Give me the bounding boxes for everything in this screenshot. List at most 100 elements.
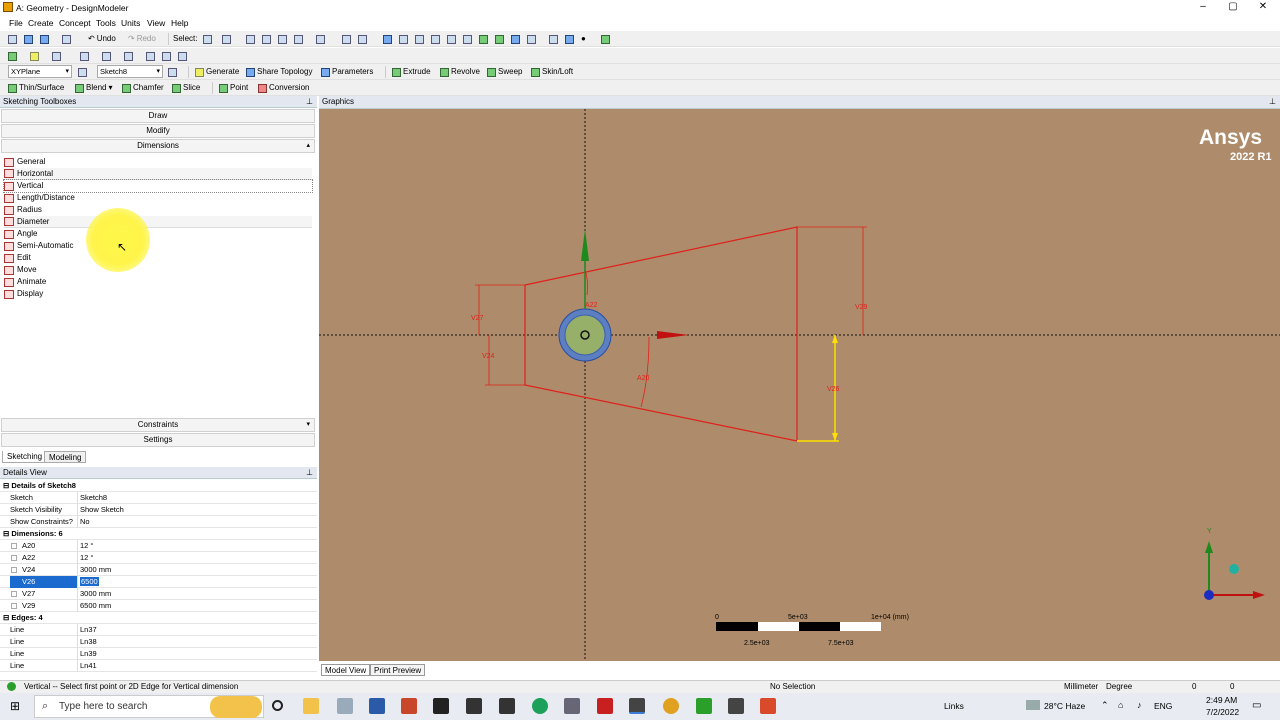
minimize-button[interactable]: – — [1188, 1, 1218, 15]
dimension-value[interactable]: 3000 mm — [80, 564, 316, 576]
triad-icon[interactable]: Y — [1204, 528, 1265, 600]
dimension-row-selected[interactable]: V26 6500 — [0, 576, 317, 588]
display-plane-icon[interactable] — [8, 50, 17, 62]
task-view-icon[interactable] — [272, 700, 283, 711]
edge-row[interactable]: Line Ln39 — [0, 648, 317, 660]
set-view-icon[interactable] — [527, 33, 536, 45]
tab-print-preview[interactable]: Print Preview — [370, 664, 426, 676]
triad-iso-ball[interactable] — [1229, 564, 1239, 574]
v24-label[interactable]: V24 — [482, 353, 495, 360]
clock-time[interactable]: 2:49 AM — [1206, 695, 1237, 705]
a20-label[interactable]: A20 — [637, 375, 650, 382]
extrude-button[interactable]: Extrude — [392, 66, 431, 78]
screenshot-icon[interactable] — [62, 33, 71, 45]
edge-row[interactable]: Line Ln38 — [0, 636, 317, 648]
pin-icon[interactable]: ⊥ — [306, 96, 313, 107]
ruler-icon[interactable] — [52, 50, 61, 62]
tool-vertical[interactable]: Vertical — [3, 179, 313, 193]
tool-diameter[interactable]: Diameter — [4, 216, 312, 228]
v26-label[interactable]: V26 — [827, 386, 840, 393]
edge-joins-icon[interactable] — [124, 50, 133, 62]
dimension-row[interactable]: V29 6500 mm — [0, 600, 317, 612]
pan-icon[interactable] — [399, 33, 408, 45]
details-row[interactable]: Sketch Sketch8 — [0, 492, 317, 504]
select-body-icon[interactable] — [294, 33, 303, 45]
menu-file[interactable]: File — [9, 18, 23, 28]
settings-toolbox[interactable]: Settings — [1, 433, 315, 447]
snap-icon[interactable] — [178, 50, 187, 62]
menu-create[interactable]: Create — [28, 18, 54, 28]
parameters-button[interactable]: Parameters — [321, 66, 373, 78]
app-icon-9[interactable] — [564, 698, 580, 714]
new-plane-icon[interactable] — [78, 66, 87, 78]
dimension-row[interactable]: V24 3000 mm — [0, 564, 317, 576]
dimension-value[interactable]: 12 ° — [80, 552, 316, 564]
save-as-icon[interactable] — [40, 33, 49, 45]
menu-view[interactable]: View — [147, 18, 165, 28]
word-icon[interactable] — [369, 698, 385, 714]
file-explorer-icon[interactable] — [303, 698, 319, 714]
blend-button[interactable]: Blend ▾ — [75, 82, 112, 94]
extend-selection-icon[interactable] — [316, 33, 325, 45]
point-button[interactable]: Point — [219, 82, 248, 94]
tab-modeling[interactable]: Modeling — [44, 451, 87, 463]
a20-arc[interactable] — [640, 336, 650, 408]
menu-units[interactable]: Units — [121, 18, 140, 28]
revolve-button[interactable]: Revolve — [440, 66, 480, 78]
magnifier-icon[interactable] — [463, 33, 472, 45]
chat-app-icon[interactable] — [532, 698, 548, 714]
triad-icon[interactable] — [549, 33, 558, 45]
menu-concept[interactable]: Concept — [59, 18, 91, 28]
tab-sketching[interactable]: Sketching — [2, 451, 48, 463]
normal-to-icon[interactable] — [102, 50, 111, 62]
box-zoom-icon[interactable] — [431, 33, 440, 45]
box-select-icon[interactable] — [358, 33, 367, 45]
slice-button[interactable]: Slice — [172, 82, 200, 94]
draw-toolbox[interactable]: Draw — [1, 109, 315, 123]
a22-label[interactable]: A22 — [585, 302, 598, 309]
acrobat-icon[interactable] — [597, 698, 613, 714]
edge-row[interactable]: Line Ln41 — [0, 660, 317, 672]
details-group-edges[interactable]: ⊟ Edges: 4 — [0, 612, 317, 624]
zoom-to-fit-icon[interactable] — [447, 33, 456, 45]
details-row[interactable]: Sketch Visibility Show Sketch — [0, 504, 317, 516]
details-group-sketch[interactable]: ⊟ Details of Sketch8 — [0, 480, 317, 492]
save-icon[interactable] — [24, 33, 33, 45]
tool-general[interactable]: General — [4, 156, 312, 168]
camtasia-icon[interactable] — [696, 698, 712, 714]
scroll-down-icon[interactable]: ▾ — [306, 419, 310, 431]
weather-text[interactable]: 28°C Haze — [1044, 701, 1085, 711]
undo-button[interactable]: ↶ Undo — [88, 33, 116, 45]
select-filter-icon[interactable] — [222, 33, 231, 45]
terminal-icon[interactable] — [433, 698, 449, 714]
volume-icon[interactable]: ♪ — [1137, 700, 1142, 710]
designmodeler-taskbar-icon[interactable] — [629, 698, 645, 714]
links-toolbar[interactable]: Links — [944, 701, 964, 711]
rotate-icon[interactable] — [383, 33, 392, 45]
select-face-icon[interactable] — [278, 33, 287, 45]
workbench-icon[interactable] — [499, 698, 515, 714]
dimension-row[interactable]: A22 12 ° — [0, 552, 317, 564]
select-all-icon[interactable] — [342, 33, 351, 45]
v29-label[interactable]: V29 — [855, 304, 868, 311]
menu-tools[interactable]: Tools — [96, 18, 116, 28]
select-point-icon[interactable] — [246, 33, 255, 45]
dot-icon[interactable]: ● — [581, 33, 586, 45]
dimension-value[interactable]: 3000 mm — [80, 588, 316, 600]
redo-button[interactable]: ↷ Redo — [128, 33, 156, 45]
app-icon-2[interactable] — [337, 698, 353, 714]
dimension-row[interactable]: V27 3000 mm — [0, 588, 317, 600]
display-model-icon[interactable] — [30, 50, 39, 62]
pin-icon[interactable]: ⊥ — [1269, 96, 1276, 108]
recorder-icon[interactable] — [760, 698, 776, 714]
graphics-canvas[interactable]: V27 V24 A22 A20 V29 V26 Ansys 2022 R1 0 … — [319, 109, 1280, 661]
sweep-button[interactable]: Sweep — [487, 66, 522, 78]
tool-semi-automatic[interactable]: Semi-Automatic — [4, 240, 312, 252]
v27-label[interactable]: V27 — [471, 315, 484, 322]
tool-display[interactable]: Display — [4, 288, 312, 300]
tray-arrow-icon[interactable]: ⌃ — [1101, 700, 1109, 711]
tool-angle[interactable]: Angle — [4, 228, 312, 240]
network-icon[interactable]: ⌂ — [1118, 700, 1123, 710]
thin-surface-button[interactable]: Thin/Surface — [8, 82, 64, 94]
chamfer-button[interactable]: Chamfer — [122, 82, 164, 94]
